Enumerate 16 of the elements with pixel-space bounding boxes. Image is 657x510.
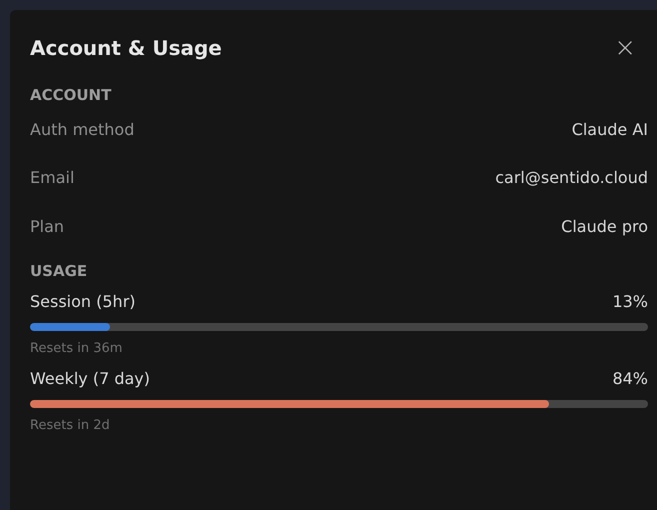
field-value: carl@sentido.cloud bbox=[495, 168, 648, 188]
reset-note: Resets in 36m bbox=[30, 340, 124, 356]
field-label: Email bbox=[30, 168, 74, 188]
field-value: Claude pro bbox=[561, 216, 648, 236]
meter-label: Weekly (7 day) bbox=[30, 368, 150, 390]
field-value: Claude AI bbox=[572, 120, 648, 139]
meter-reading: 84% bbox=[612, 368, 648, 390]
meter-label: Session (5hr) bbox=[30, 290, 136, 312]
panel-title: Account & Usage bbox=[30, 36, 222, 60]
section-heading: ACCOUNT bbox=[30, 85, 112, 105]
field-label: Auth method bbox=[30, 120, 134, 139]
section-heading: USAGE bbox=[30, 260, 88, 280]
close-button[interactable]: × bbox=[614, 35, 648, 61]
reset-note: Resets in 2d bbox=[30, 418, 111, 432]
meter-reading: 13% bbox=[612, 290, 648, 312]
field-label: Plan bbox=[30, 216, 64, 236]
